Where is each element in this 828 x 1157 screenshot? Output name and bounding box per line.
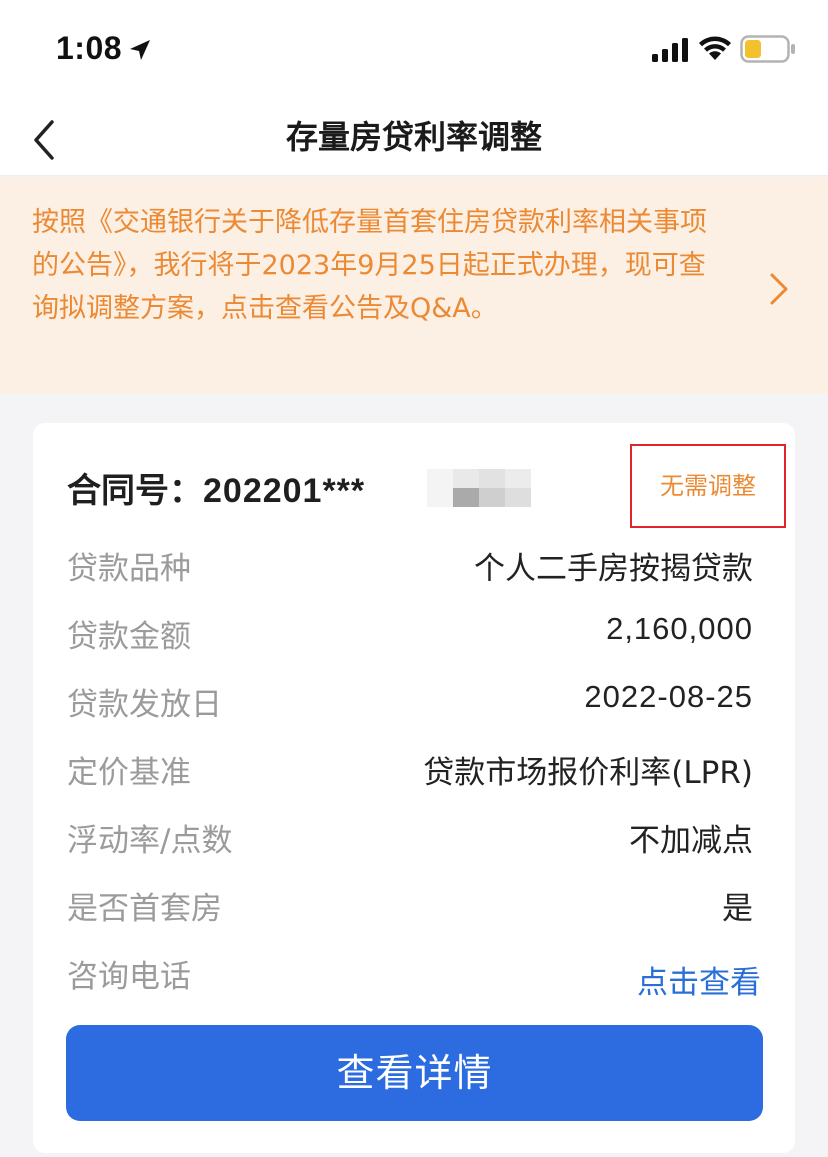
info-value: 贷款市场报价利率(LPR) [423, 755, 753, 791]
loan-card: 合同号：202201*** 无需调整 贷款品种 个人二手房按揭贷款 贷款金额 2… [33, 423, 795, 1153]
info-label: 定价基准 [67, 755, 191, 791]
battery-icon [740, 35, 795, 63]
info-row-hotline: 咨询电话 点击查看 [67, 951, 761, 1001]
adjustment-status-tag: 无需调整 [630, 444, 786, 528]
info-value: 2022-08-25 [584, 679, 753, 714]
info-label: 咨询电话 [67, 959, 191, 995]
status-bar: 1:08 [0, 0, 828, 96]
info-row-loan-amount: 贷款金额 2,160,000 [67, 611, 753, 655]
chevron-right-icon [770, 273, 788, 305]
info-label: 浮动率/点数 [67, 823, 233, 859]
info-label: 是否首套房 [67, 891, 222, 927]
info-row-first-home: 是否首套房 是 [67, 883, 753, 927]
contract-label: 合同号： [67, 471, 203, 511]
info-row-pricing-basis: 定价基准 贷款市场报价利率(LPR) [67, 747, 753, 791]
view-hotline-link[interactable]: 点击查看 [637, 957, 761, 1002]
redacted-mosaic [427, 469, 531, 507]
location-arrow-icon [130, 40, 150, 60]
info-label: 贷款发放日 [67, 687, 222, 723]
info-value: 2,160,000 [606, 611, 753, 646]
info-label: 贷款品种 [67, 551, 191, 587]
status-time: 1:08 [56, 30, 123, 66]
wifi-icon [699, 36, 731, 60]
info-value: 个人二手房按揭贷款 [474, 551, 753, 587]
info-value: 不加减点 [629, 823, 753, 859]
announcement-text: 按照《交通银行关于降低存量首套住房贷款利率相关事项的公告》，我行将于2023年9… [32, 207, 707, 324]
info-value: 是 [722, 891, 753, 927]
announcement-banner[interactable]: 按照《交通银行关于降低存量首套住房贷款利率相关事项的公告》，我行将于2023年9… [0, 177, 828, 394]
info-row-issue-date: 贷款发放日 2022-08-25 [67, 679, 753, 723]
cellular-signal-icon [652, 38, 688, 62]
view-details-button[interactable]: 查看详情 [66, 1025, 763, 1121]
info-row-loan-type: 贷款品种 个人二手房按揭贷款 [67, 543, 753, 587]
page-title: 存量房贷利率调整 [285, 118, 542, 156]
contract-number-row: 合同号：202201*** [67, 463, 627, 511]
nav-bar: 存量房贷利率调整 [0, 96, 828, 176]
contract-number: 202201*** [203, 472, 366, 510]
info-row-float-rate: 浮动率/点数 不加减点 [67, 815, 753, 859]
info-label: 贷款金额 [67, 619, 191, 655]
